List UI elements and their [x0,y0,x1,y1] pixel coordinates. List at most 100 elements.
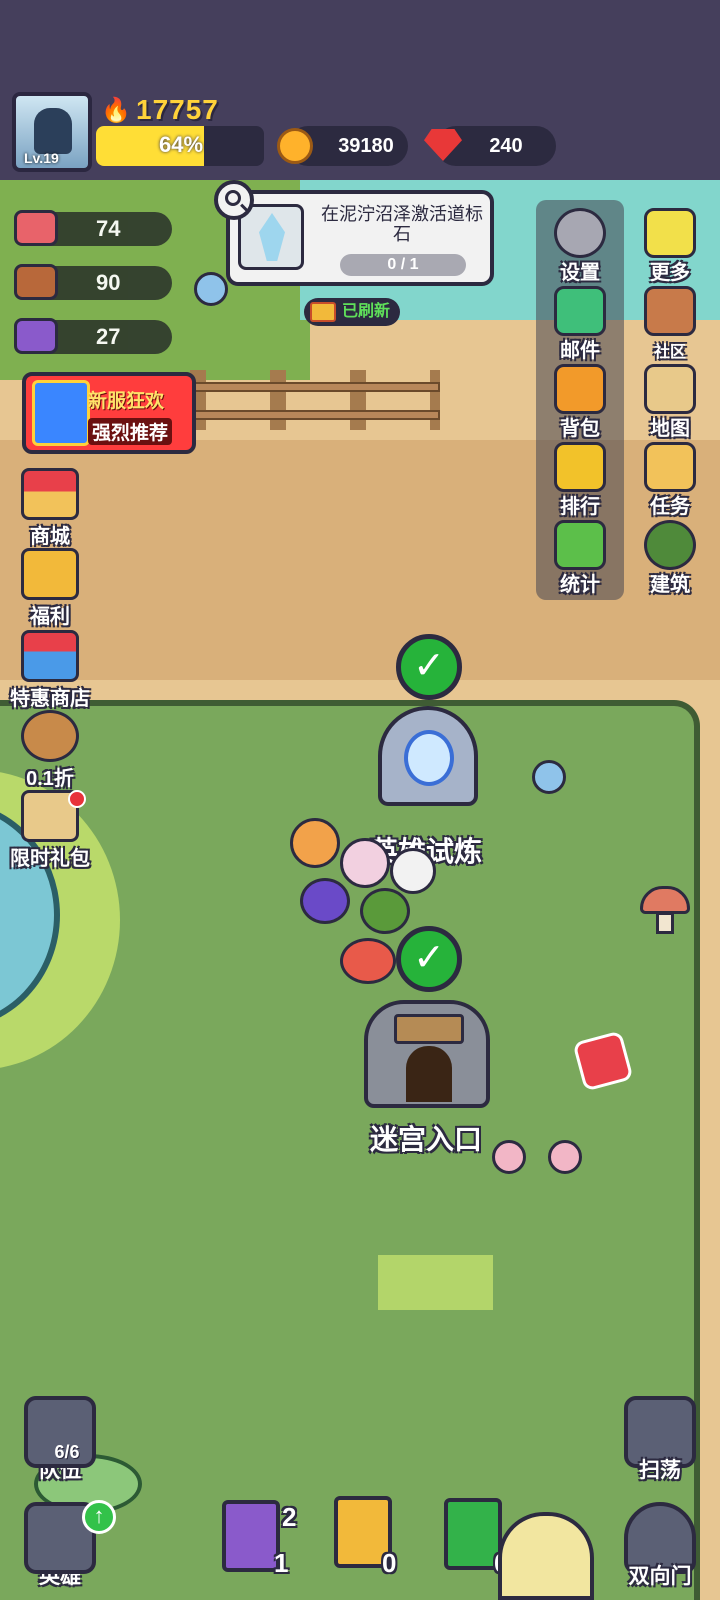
hero-sprite [340,938,396,984]
skull-sign [394,1014,464,1044]
ore-icon [14,318,58,354]
discount-button[interactable]: 0.1折 [4,710,96,791]
upgrade-arrow-icon: ↑ [82,1500,116,1534]
book-count: 1 [274,1548,289,1578]
backpack-button[interactable]: 背包 [540,362,620,440]
hero-sprite [290,818,340,868]
hero-button[interactable]: ↑ 英雄 [22,1500,116,1590]
map-button[interactable]: 地图 [630,362,710,440]
book-count: 2 [282,1502,297,1532]
team-count: 6/6 [54,1442,80,1462]
quest-progress: 0 / 1 [340,254,466,276]
pink-flower [492,1140,526,1174]
gift-icon [21,548,79,600]
search-button[interactable] [214,180,254,220]
xp-percent: 64% [158,132,204,157]
wood-icon [14,264,58,300]
mail-icon [554,286,606,336]
mail-label: 邮件 [560,340,600,362]
special-shop-button[interactable]: 特惠商店 [4,630,96,711]
meat-icon [14,210,58,246]
more-button[interactable]: 更多 [630,206,710,284]
notification-dot [68,790,86,808]
blue-flower [532,760,566,794]
limited-pack-label: 限时礼包 [10,848,90,870]
maze-entrance-cave[interactable] [364,1000,490,1108]
building-button[interactable]: 建筑 [630,518,710,596]
ranking-button[interactable]: 排行 [540,440,620,518]
fence-rail [190,382,440,392]
wood-value: 90 [96,270,121,295]
coin-value: 39180 [338,135,394,157]
hero-trial-portal[interactable] [378,706,478,806]
bunny-icon [21,710,79,762]
shop-label: 商城 [30,526,70,548]
xp-bar: 64% [96,126,264,166]
sweep-label: 扫荡 [639,1459,681,1482]
search-icon-handle [240,203,248,212]
refresh-badge[interactable]: 已刷新 [304,298,401,326]
lightning-book-icon[interactable] [222,1500,280,1572]
gear-icon [554,208,606,258]
ledger-icon [554,520,606,570]
more-label: 更多 [650,262,690,284]
player-level: Lv.19 [24,150,59,166]
flame-icon: 🔥 [101,97,131,124]
promo-banner[interactable]: 新服狂欢 强烈推荐 [22,372,196,454]
search-icon [225,190,241,206]
promo-title: 新服狂欢 [88,391,165,412]
limited-pack-button[interactable]: 限时礼包 [4,790,96,871]
quest-card[interactable]: 在泥泞沼泽激活道标石 0 / 1 [226,190,494,286]
two-way-door-button[interactable]: 双向门 [622,1502,698,1590]
mail-button[interactable]: 邮件 [540,284,620,362]
hero-sprite [300,878,350,924]
market-stall-icon [21,630,79,682]
player-avatar[interactable]: Lv.19 [12,92,92,172]
special-shop-label: 特惠商店 [10,688,90,710]
tree-house-icon [644,520,696,570]
refresh-label: 已刷新 [342,303,391,320]
team-button[interactable]: 6/6 队伍 [22,1396,98,1484]
gift-box-icon [32,380,90,446]
more-icon [644,208,696,258]
complete-check-icon: ✓ [396,926,462,992]
quest-button[interactable]: 任务 [630,440,710,518]
combat-power: 17757 [136,94,219,125]
community-button[interactable]: 社区 [630,284,710,362]
welfare-button[interactable]: 福利 [4,548,96,629]
mushroom-stem [656,912,674,934]
hero-sprite [340,838,390,888]
book-count: 0 [382,1548,397,1578]
cave-door [406,1046,452,1102]
building-label: 建筑 [650,574,690,596]
trophy-icon [554,442,606,492]
backpack-icon [554,364,606,414]
blue-flower [194,272,228,306]
sweep-button[interactable]: 扫荡 [622,1396,698,1484]
ranking-label: 排行 [560,496,600,518]
promo-subtitle: 强烈推荐 [88,418,173,445]
complete-check-icon: ✓ [396,634,462,700]
avatar-image [34,108,72,154]
shop-icon [21,468,79,520]
settings-label: 设置 [560,262,600,284]
scroll-icon [644,442,696,492]
pink-flower [548,1140,582,1174]
slime-team-icon: 6/6 [24,1396,96,1468]
welfare-label: 福利 [30,606,70,628]
chest-icon [310,302,336,322]
quest-label: 任务 [650,496,690,518]
ore-value: 27 [96,324,121,349]
shopkeeper-icon[interactable] [498,1512,594,1600]
quest-title: 在泥泞沼泽激活道标石 [321,204,483,244]
slime-hero-icon: ↑ [24,1500,116,1574]
hero-sprite [360,888,410,934]
coin-icon [277,128,313,164]
stats-label: 统计 [560,574,600,596]
meat-value: 74 [96,216,121,241]
settings-button[interactable]: 设置 [540,206,620,284]
fence [190,370,440,430]
stats-button[interactable]: 统计 [540,518,620,596]
shop-button[interactable]: 商城 [4,468,96,549]
portal-core [404,730,454,786]
